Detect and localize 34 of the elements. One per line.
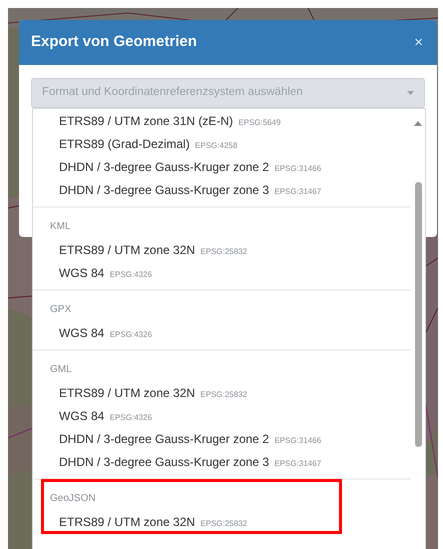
epsg-code: EPSG:31466 (274, 164, 322, 173)
epsg-code: EPSG:4326 (110, 330, 152, 339)
option-item[interactable]: DHDN / 3-degree Gauss-Kruger zone 3 EPSG:31467 (33, 179, 411, 202)
option-item[interactable]: WGS 84 EPSG:4326 (33, 262, 411, 285)
epsg-code: EPSG:31467 (274, 187, 322, 196)
option-item[interactable]: WGS 84 EPSG:4326 (33, 405, 411, 428)
group-label: KML (49, 220, 71, 234)
group-label: GML (49, 363, 72, 377)
caret-icon (407, 91, 414, 95)
epsg-code: EPSG:31467 (274, 459, 322, 468)
group-label: GeoJSON (49, 492, 96, 506)
scrollbar-thumb[interactable] (415, 182, 422, 447)
option-item[interactable]: ETRS89 / UTM zone 31N (zE-N) EPSG:5649 (33, 110, 411, 133)
epsg-code: EPSG:25832 (200, 390, 248, 399)
option-item[interactable]: ETRS89 / UTM zone 32N EPSG:25832 (33, 382, 411, 405)
select-placeholder: Format und Koordinatenreferenzsystem auswählen (42, 85, 303, 100)
dialog-title: Export von Geometrien (31, 32, 197, 52)
group-label: GPX (49, 303, 72, 317)
epsg-code: EPSG:4326 (110, 270, 152, 279)
scroll-up-icon[interactable] (414, 121, 422, 126)
option-item[interactable]: DHDN / 3-degree Gauss-Kruger zone 2 EPSG:31466 (33, 156, 411, 179)
epsg-code: EPSG:25832 (200, 247, 248, 256)
epsg-code: EPSG:25832 (200, 519, 248, 528)
epsg-code: EPSG:4258 (195, 141, 238, 150)
option-item[interactable]: WGS 84 EPSG:4326 (33, 322, 411, 345)
epsg-code: EPSG:4326 (110, 413, 152, 422)
close-button[interactable]: × (412, 35, 425, 50)
option-item[interactable]: DHDN / 3-degree Gauss-Kruger zone 3 EPSG:31467 (33, 451, 411, 474)
option-item[interactable]: ETRS89 / UTM zone 32N EPSG:25832 (41, 511, 342, 534)
option-item[interactable]: DHDN / 3-degree Gauss-Kruger zone 2 EPSG:31466 (33, 428, 411, 451)
epsg-code: EPSG:31466 (274, 436, 322, 445)
option-item[interactable]: ETRS89 / UTM zone 32N EPSG:25832 (33, 239, 411, 262)
epsg-code: EPSG:5649 (238, 118, 281, 127)
option-item[interactable]: ETRS89 (Grad-Dezimal) EPSG:4258 (33, 133, 411, 156)
